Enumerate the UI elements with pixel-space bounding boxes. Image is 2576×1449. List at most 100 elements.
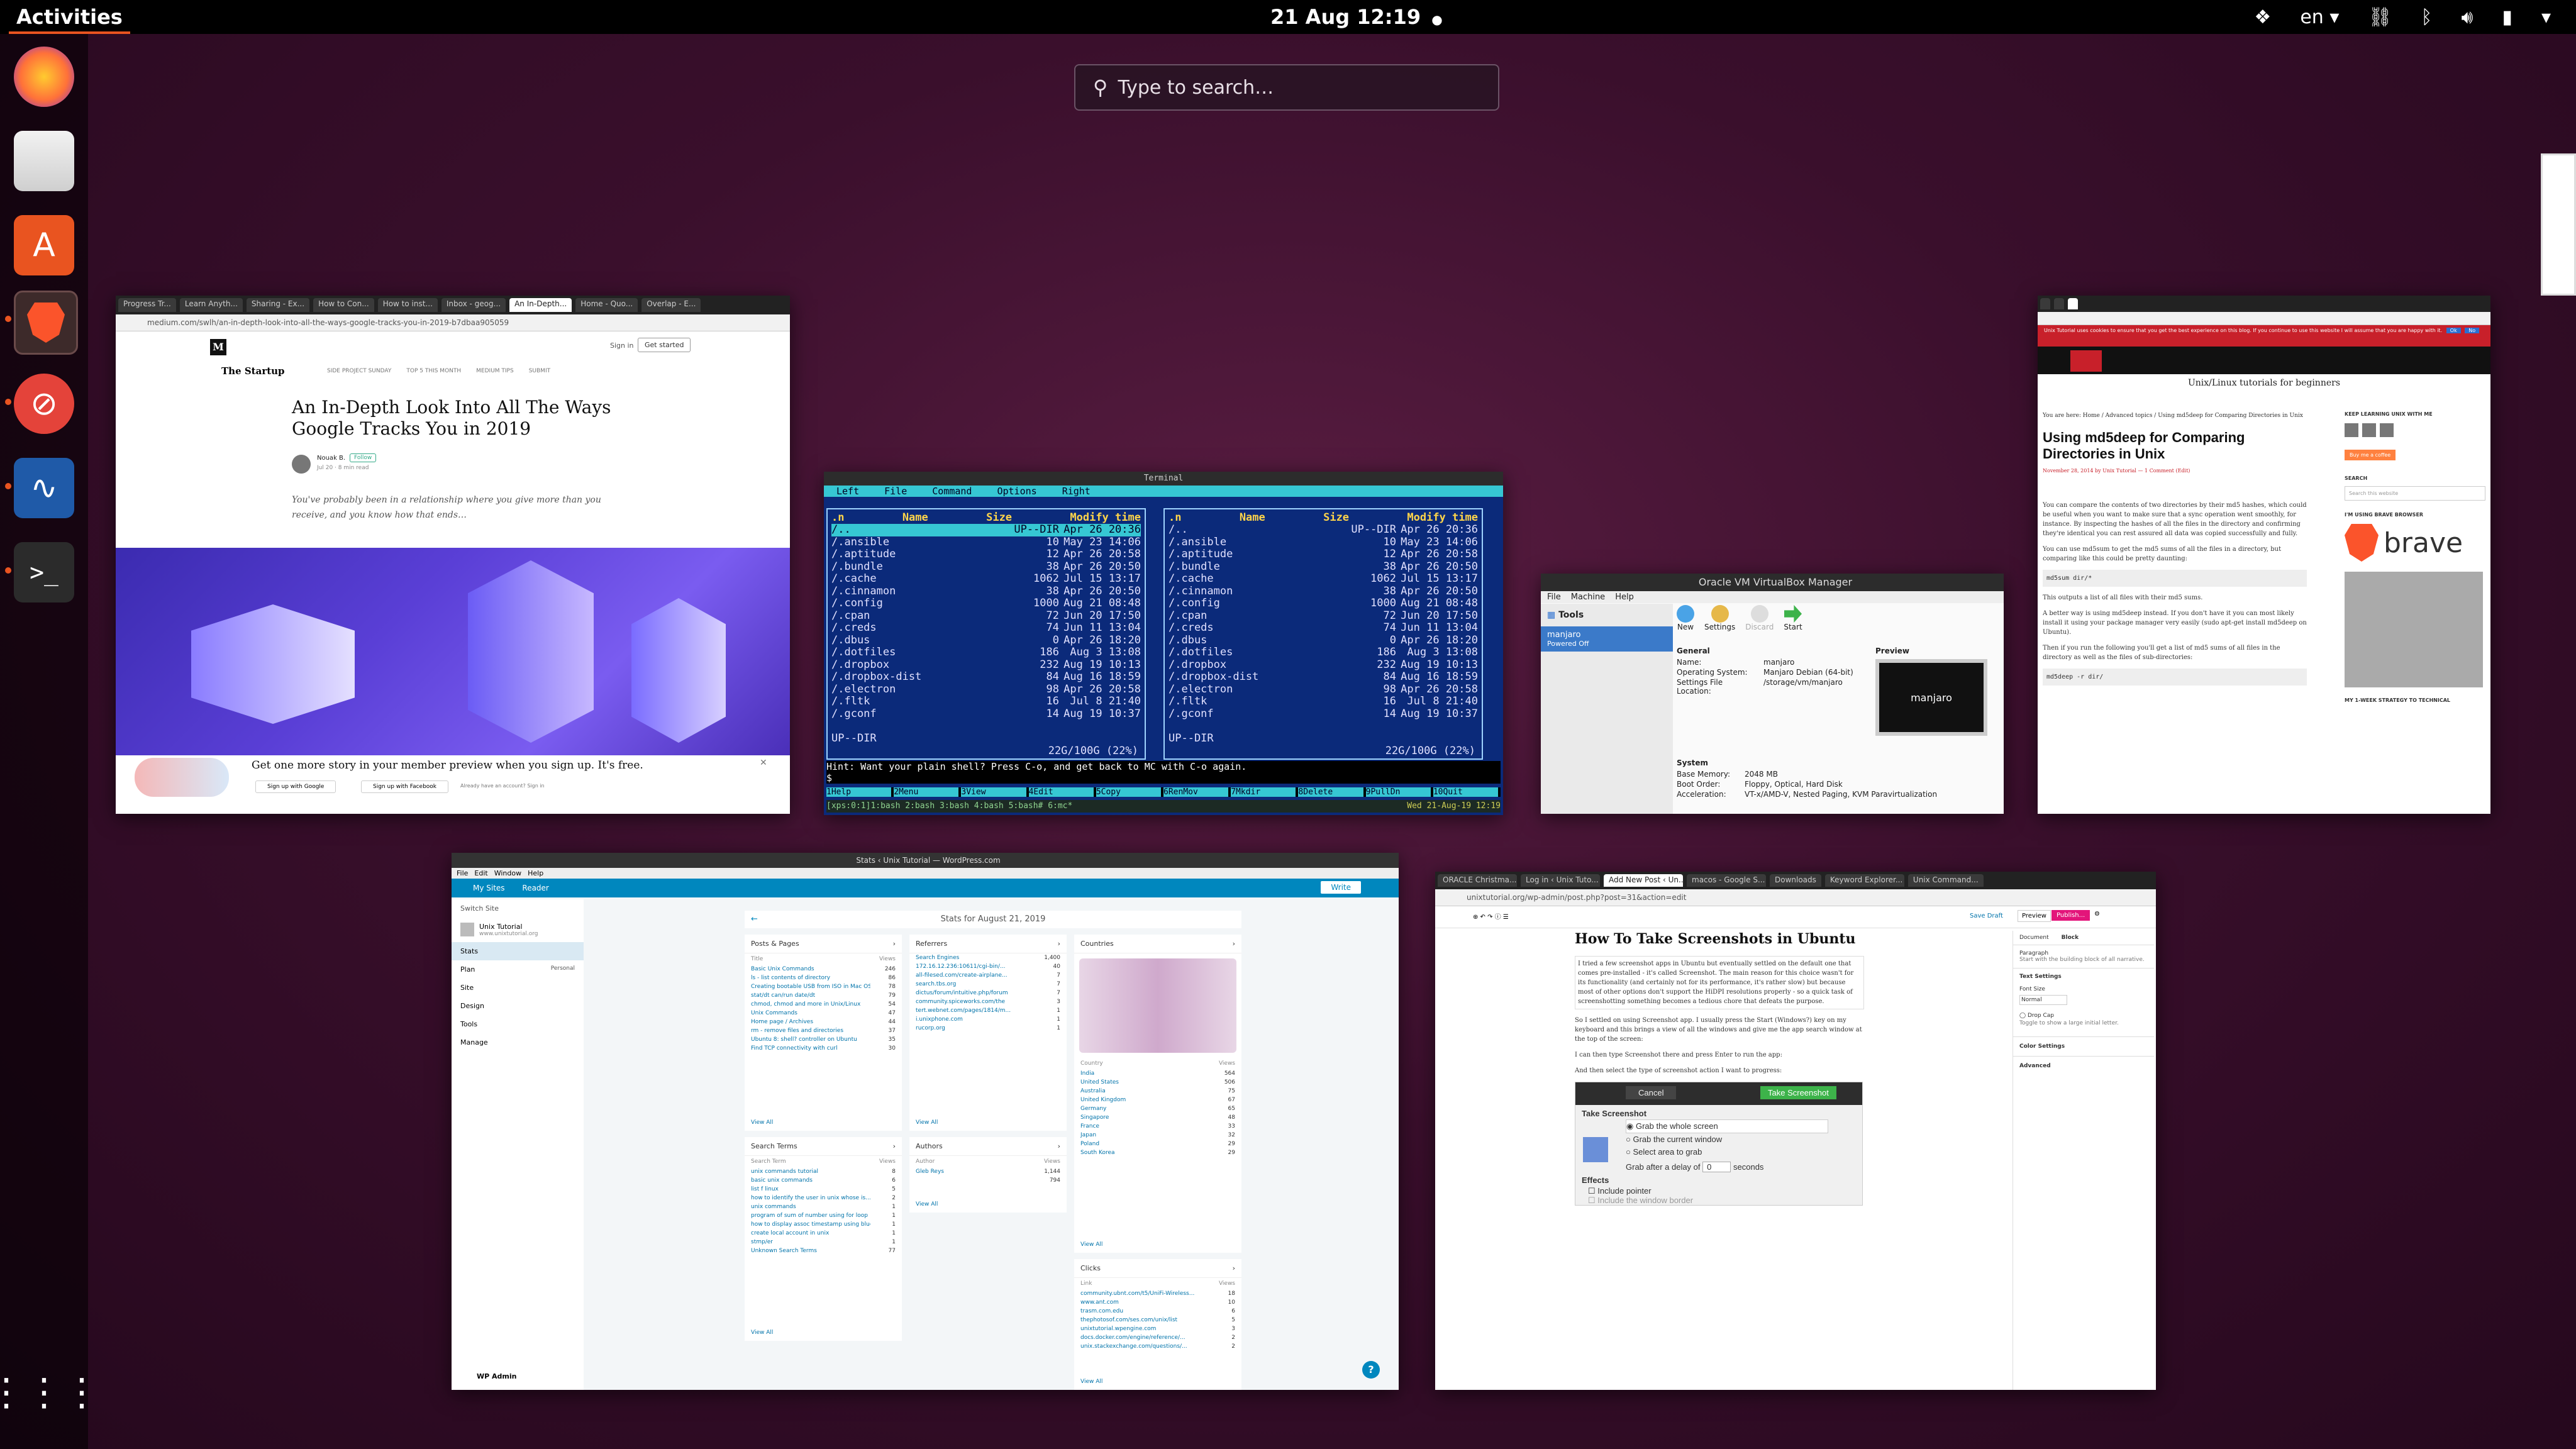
publication-name[interactable]: The Startup xyxy=(221,365,285,377)
table-row[interactable]: Gleb Reys 1,144 xyxy=(909,1167,1067,1176)
mc-menu-item[interactable]: Options xyxy=(997,486,1036,497)
table-row[interactable]: stmp/er 1 xyxy=(745,1238,902,1246)
apps-grid-icon[interactable]: ⋮⋮⋮ xyxy=(0,1362,101,1423)
table-row[interactable]: 172.16.12.236:10611/cgi-bin/... 40 xyxy=(909,962,1067,971)
browser-tab[interactable] xyxy=(2054,298,2064,309)
sidebar-search-input[interactable]: Search this website xyxy=(2345,486,2485,501)
window-medium-article[interactable]: Progress Tr... Learn Anyth... Sharing - … xyxy=(116,296,790,814)
table-row[interactable]: Basic Unix Commands 246 xyxy=(745,965,902,974)
write-button[interactable]: Write xyxy=(1321,881,1361,894)
dropbox-icon[interactable]: ❖ xyxy=(2254,6,2271,28)
function-key[interactable]: 6RenMov xyxy=(1163,787,1229,797)
table-row[interactable]: stat/dt can/run date/dt 79 xyxy=(745,991,902,1000)
file-row[interactable]: /.fltk 16 Jul 8 21:40 xyxy=(1169,695,1478,708)
function-key[interactable]: 8Delete xyxy=(1298,787,1363,797)
bluetooth-icon[interactable]: ᛒ xyxy=(2421,6,2433,28)
address-bar[interactable]: medium.com/swlh/an-in-depth-look-into-al… xyxy=(116,314,790,331)
settings-button[interactable]: Settings xyxy=(1704,605,1735,631)
browser-tab[interactable]: ORACLE Christma... xyxy=(1438,874,1517,887)
add-block-icon[interactable]: ⊕ ↶ ↷ ⓘ ☰ xyxy=(1473,911,1509,921)
table-row[interactable]: Ubuntu 8: shell? controller on Ubuntu 35 xyxy=(745,1035,902,1044)
paragraph-block[interactable]: I tried a few screenshot apps in Ubuntu … xyxy=(1575,956,1864,1009)
browser-tab[interactable]: Keyword Explorer... xyxy=(1824,874,1904,887)
font-size-select[interactable]: Normal xyxy=(2019,995,2067,1005)
function-key[interactable]: 9PullDn xyxy=(1365,787,1431,797)
nav-link[interactable]: MEDIUM TIPS xyxy=(476,368,514,374)
paragraph-block[interactable]: I can then type Screenshot there and pre… xyxy=(1575,1050,1864,1060)
browser-tab[interactable]: How to Con... xyxy=(313,298,374,312)
file-row[interactable]: /.creds 74 Jun 11 13:04 xyxy=(831,621,1141,635)
view-all-link[interactable]: View All xyxy=(1080,1241,1102,1248)
table-row[interactable]: docs.docker.com/engine/reference/... 2 xyxy=(1074,1333,1241,1342)
tmux-windows[interactable]: [xps:0:1]1:bash 2:bash 3:bash 4:bash 5:b… xyxy=(826,800,1072,813)
table-row[interactable]: chmod, chmod and more in Unix/Linux 54 xyxy=(745,1000,902,1009)
table-row[interactable]: unix commands 1 xyxy=(745,1202,902,1211)
window-wordpress-editor[interactable]: ORACLE Christma... Log in ‹ Unix Tuto...… xyxy=(1435,872,2156,1390)
vm-list-item[interactable]: manjaro Powered Off xyxy=(1541,626,1673,652)
file-row[interactable]: /.cache 1062 Jul 15 13:17 xyxy=(831,572,1141,586)
discard-button[interactable]: Discard xyxy=(1745,605,1774,631)
browser-tab[interactable]: Inbox - geog... xyxy=(441,298,506,312)
browser-tab[interactable]: Overlap - E... xyxy=(641,298,701,312)
file-row[interactable]: /.gconf 14 Aug 19 10:37 xyxy=(1169,708,1478,721)
table-row[interactable]: rucorp.org 1 xyxy=(909,1024,1067,1033)
workspace-thumbnail[interactable] xyxy=(2541,153,2576,296)
browser-tab[interactable]: Progress Tr... xyxy=(118,298,176,312)
table-row[interactable]: Australia 75 xyxy=(1074,1087,1241,1096)
table-row[interactable]: i.unixphone.com 1 xyxy=(909,1015,1067,1024)
view-all-link[interactable]: View All xyxy=(916,1119,938,1126)
file-row[interactable]: /.dotfiles 186 Aug 3 13:08 xyxy=(831,646,1141,659)
menu-item[interactable]: Help xyxy=(1615,592,1634,602)
table-row[interactable]: community.spiceworks.com/the 3 xyxy=(909,997,1067,1006)
follow-button[interactable]: Follow xyxy=(350,453,377,462)
preview-button[interactable]: Preview xyxy=(2018,910,2051,922)
table-row[interactable]: 794 xyxy=(909,1176,1067,1185)
language-selector[interactable]: en ▾ xyxy=(2300,6,2339,28)
shell-prompt[interactable]: $ xyxy=(826,772,1501,784)
table-row[interactable]: list f linux 5 xyxy=(745,1185,902,1194)
table-row[interactable]: dictus/forum/intuitive.php/forum 7 xyxy=(909,989,1067,997)
card-header[interactable]: Authors › xyxy=(909,1137,1067,1156)
author-name[interactable]: Nouak B. xyxy=(317,455,345,462)
table-row[interactable]: Germany 65 xyxy=(1074,1104,1241,1113)
mc-left-panel[interactable]: .n Name Size Modify time /.. UP--DIR Apr 26 20… xyxy=(826,508,1146,760)
file-row[interactable]: /.fltk 16 Jul 8 21:40 xyxy=(831,695,1141,708)
table-row[interactable]: community.ubnt.com/t5/UniFi-Wireless... 1… xyxy=(1074,1289,1241,1298)
table-row[interactable]: search.tbs.org 7 xyxy=(909,980,1067,989)
file-row[interactable]: /.aptitude 12 Apr 26 20:58 xyxy=(831,548,1141,561)
file-row[interactable]: /.cpan 72 Jun 20 17:50 xyxy=(831,609,1141,623)
table-row[interactable]: rm - remove files and directories 37 xyxy=(745,1026,902,1035)
new-button[interactable]: New xyxy=(1677,605,1694,631)
file-row[interactable]: /.. UP--DIR Apr 26 20:36 xyxy=(831,523,1141,536)
window-unixtutorial[interactable]: Unix Tutorial uses cookies to ensure tha… xyxy=(2038,296,2490,814)
terminal-icon[interactable]: >_ xyxy=(14,542,74,602)
column-header[interactable]: Name xyxy=(1240,512,1265,524)
rss-icon[interactable] xyxy=(2362,423,2376,437)
nav-link[interactable]: TOP 5 THIS MONTH xyxy=(406,368,461,374)
menu-item[interactable]: Edit xyxy=(474,869,487,877)
table-row[interactable]: Search Engines 1,400 xyxy=(909,953,1067,962)
file-row[interactable]: /.dbus 0 Apr 26 18:20 xyxy=(1169,634,1478,647)
column-header[interactable]: .n xyxy=(831,512,844,524)
clock[interactable]: 21 Aug 12:19 ● xyxy=(1270,0,1443,36)
browser-tab[interactable]: Sharing - Ex... xyxy=(246,298,310,312)
address-bar[interactable] xyxy=(2038,312,2490,325)
table-row[interactable]: United Kingdom 67 xyxy=(1074,1096,1241,1104)
save-draft-link[interactable]: Save Draft xyxy=(1970,913,2003,919)
view-all-link[interactable]: View All xyxy=(1080,1379,1102,1385)
address-bar[interactable]: unixtutorial.org/wp-admin/post.php?post=… xyxy=(1435,889,2156,906)
battery-icon[interactable]: ▮ xyxy=(2502,6,2512,28)
sidebar-nav-item[interactable]: Site xyxy=(452,979,584,997)
table-row[interactable]: www.ant.com 10 xyxy=(1074,1298,1241,1307)
back-arrow-icon[interactable]: ← xyxy=(751,911,758,928)
table-row[interactable]: Unknown Search Terms 77 xyxy=(745,1246,902,1255)
software-icon[interactable]: A xyxy=(14,215,74,275)
activities-button[interactable]: Activities xyxy=(9,0,130,34)
browser-tab-active[interactable] xyxy=(2068,298,2078,309)
file-row[interactable]: /.dropbox 232 Aug 19 10:13 xyxy=(1169,658,1478,672)
volume-icon[interactable]: 🔊︎ xyxy=(2462,6,2473,28)
column-header[interactable]: Modify time xyxy=(1407,512,1478,524)
card-header[interactable]: Search Terms › xyxy=(745,1137,902,1156)
mc-menu-item[interactable]: Right xyxy=(1062,486,1091,497)
browser-tab[interactable]: How to inst... xyxy=(377,298,438,312)
